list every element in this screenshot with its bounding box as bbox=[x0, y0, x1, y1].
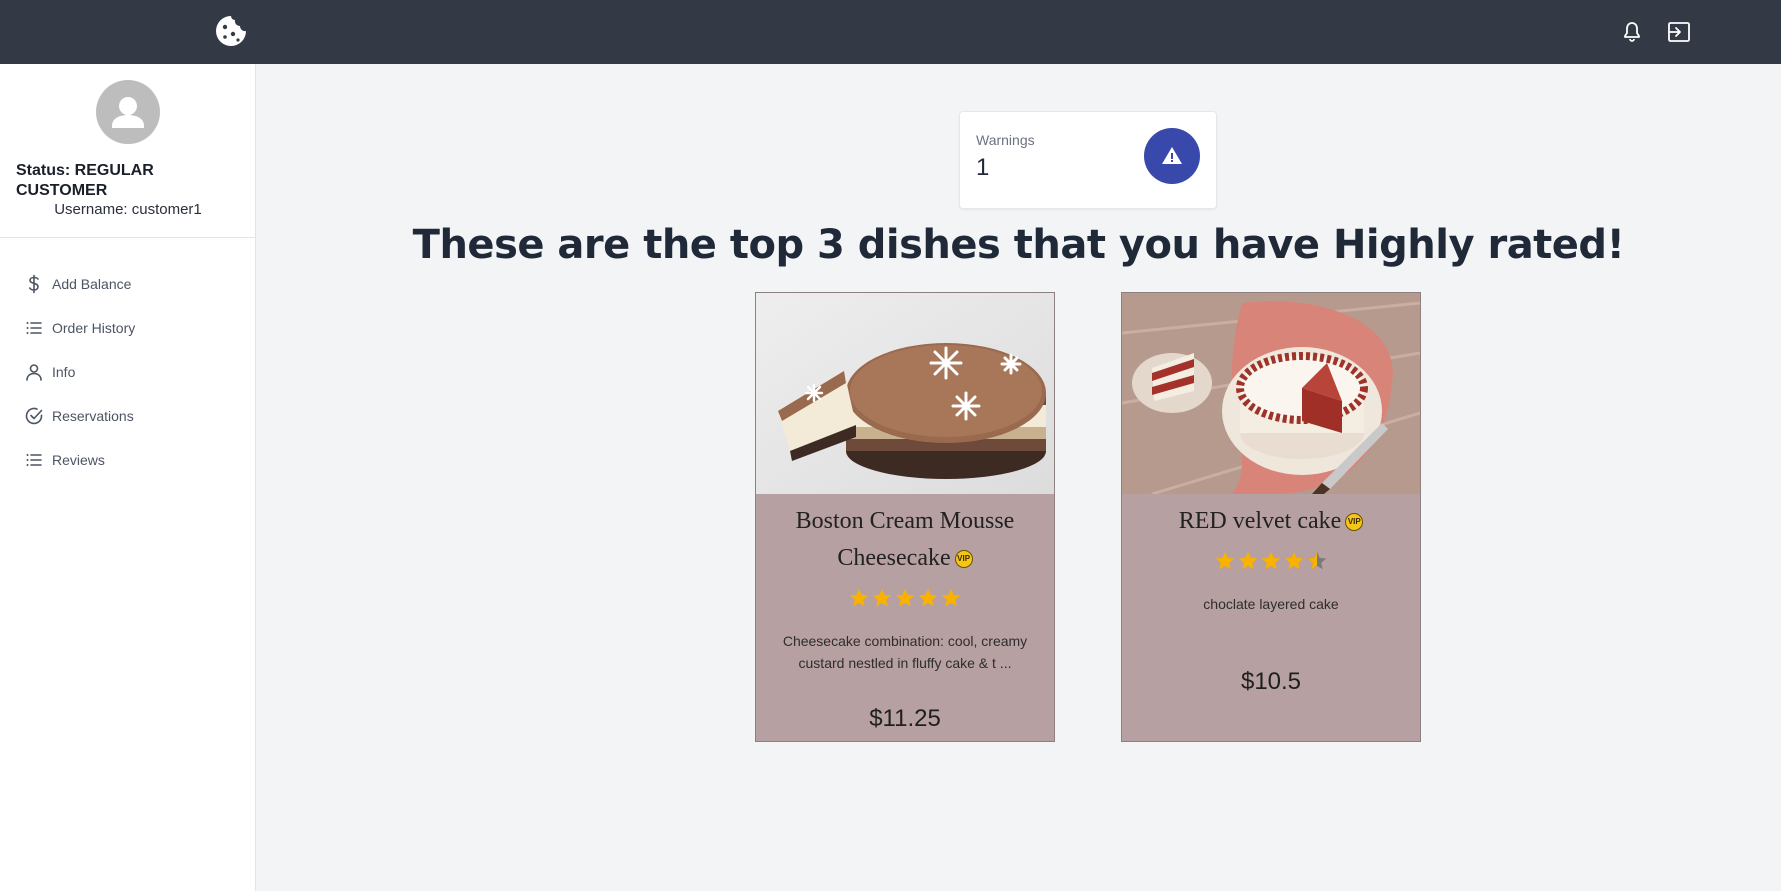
sidebar-item-label: Reviews bbox=[52, 452, 105, 468]
dish-name: RED velvet cake VIP bbox=[1132, 503, 1410, 540]
star-icon bbox=[941, 588, 961, 607]
dish-description: Cheesecake combination: cool, creamy cus… bbox=[782, 633, 1028, 671]
rating-stars bbox=[1122, 550, 1420, 577]
star-icon bbox=[849, 588, 869, 607]
vip-badge-icon: VIP bbox=[1345, 513, 1364, 532]
dish-image bbox=[1122, 293, 1420, 494]
list-icon bbox=[26, 454, 42, 466]
customer-status: Status: REGULAR CUSTOMER bbox=[16, 162, 154, 199]
list-icon bbox=[26, 322, 42, 334]
sidebar-item-reviews[interactable]: Reviews bbox=[0, 440, 256, 480]
cookie-icon[interactable] bbox=[214, 14, 248, 48]
sidebar-item-label: Info bbox=[52, 364, 76, 380]
avatar[interactable] bbox=[96, 80, 160, 144]
bell-icon[interactable] bbox=[1620, 20, 1644, 44]
dish-name: Boston Cream Mousse Cheesecake VIP bbox=[766, 503, 1044, 577]
username-label: Username: customer1 bbox=[54, 201, 202, 218]
person-icon bbox=[112, 97, 144, 128]
dish-name-text: RED velvet cake bbox=[1178, 508, 1342, 534]
top-app-bar bbox=[0, 0, 1781, 64]
sidebar: Status: REGULAR CUSTOMER Username: custo… bbox=[0, 64, 256, 891]
sidebar-item-label: Add Balance bbox=[52, 276, 132, 292]
sidebar-item-order-history[interactable]: Order History bbox=[0, 308, 256, 348]
rating-stars bbox=[756, 587, 1054, 614]
star-icon bbox=[1238, 551, 1258, 570]
sidebar-divider bbox=[0, 237, 256, 238]
dish-description: choclate layered cake bbox=[1203, 596, 1339, 612]
sidebar-item-label: Order History bbox=[52, 320, 136, 336]
warnings-label: Warnings bbox=[976, 132, 1035, 148]
star-icon bbox=[872, 588, 892, 607]
vip-badge-icon: VIP bbox=[954, 550, 973, 569]
star-icon bbox=[1284, 551, 1304, 570]
star-icon bbox=[1261, 551, 1281, 570]
logout-icon[interactable] bbox=[1666, 20, 1692, 44]
warning-icon bbox=[1162, 147, 1182, 164]
dollar-icon bbox=[29, 274, 39, 294]
dish-card[interactable]: Boston Cream Mousse Cheesecake VIP Cheese… bbox=[755, 292, 1055, 742]
dish-image bbox=[756, 293, 1054, 494]
warnings-count: 1 bbox=[976, 154, 990, 181]
star-icon bbox=[1215, 551, 1235, 570]
half-star-icon bbox=[1307, 551, 1327, 570]
warning-icon-badge bbox=[1144, 128, 1200, 184]
star-icon bbox=[895, 588, 915, 607]
warnings-card: Warnings 1 bbox=[959, 111, 1217, 209]
dish-price: $11.25 bbox=[869, 705, 941, 732]
sidebar-item-label: Reservations bbox=[52, 408, 134, 424]
dish-name-text: Boston Cream Mousse Cheesecake bbox=[795, 508, 1015, 571]
sidebar-item-reservations[interactable]: Reservations bbox=[0, 396, 256, 436]
check-circle-icon bbox=[25, 407, 43, 425]
page-heading: These are the top 3 dishes that you have… bbox=[412, 222, 1625, 268]
dish-price: $10.5 bbox=[1240, 668, 1302, 695]
dish-card[interactable]: RED velvet cake VIP choclate layered cake… bbox=[1121, 292, 1421, 742]
sidebar-item-info[interactable]: Info bbox=[0, 352, 256, 392]
star-icon bbox=[918, 588, 938, 607]
user-icon bbox=[26, 364, 42, 381]
sidebar-item-add-balance[interactable]: Add Balance bbox=[0, 264, 256, 304]
